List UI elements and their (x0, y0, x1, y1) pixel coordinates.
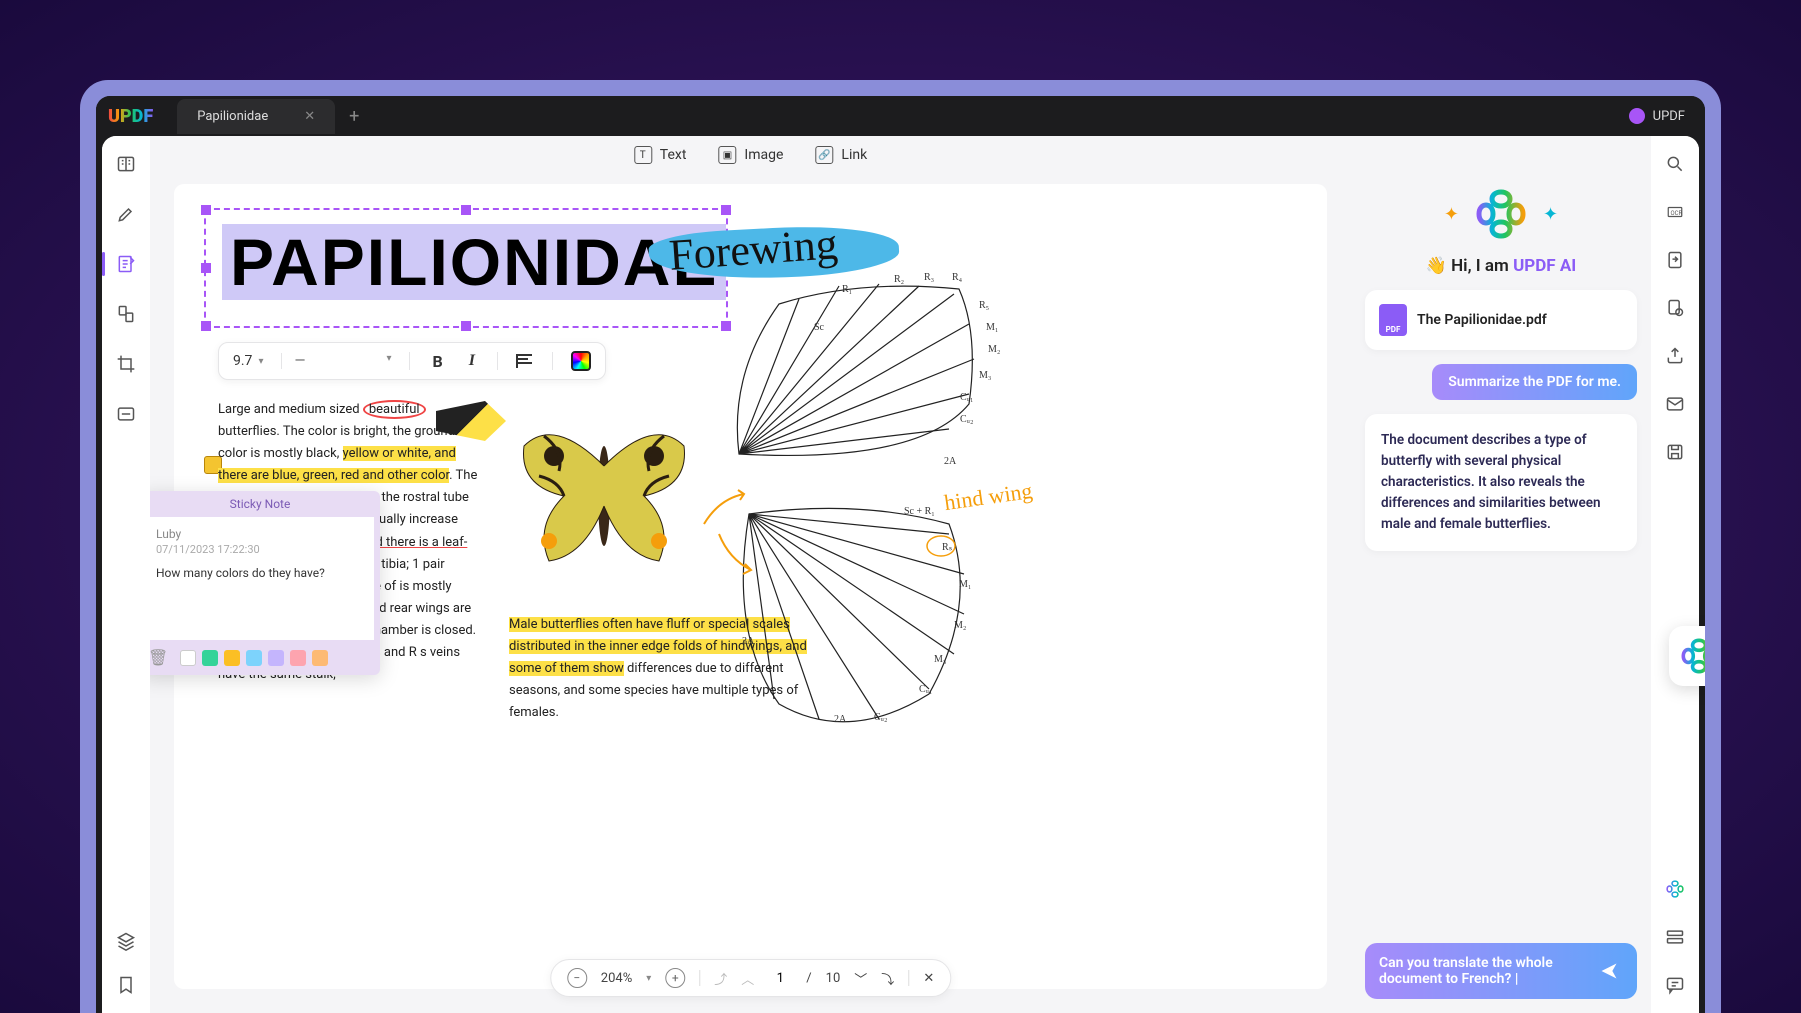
sticky-note-author: Luby (156, 527, 364, 541)
zoom-nav-bar: − 204%▾ + ⤴ ︿ / 10 ﹀ ⤵ ✕ (550, 959, 951, 997)
redact-tool-icon[interactable] (114, 402, 138, 426)
tab-title: Papilionidae (197, 109, 268, 124)
sticky-note-date: 07/11/2023 17:22:30 (156, 543, 364, 556)
butterfly-image (504, 396, 704, 596)
zoom-out-button[interactable]: − (567, 968, 587, 988)
ai-user-message: Summarize the PDF for me. (1432, 364, 1637, 400)
email-icon[interactable] (1663, 392, 1687, 416)
document-tab[interactable]: Papilionidae ✕ (177, 99, 335, 134)
form-icon[interactable] (1663, 925, 1687, 949)
arrow-annotation-icon (709, 524, 759, 584)
insert-image-button[interactable]: ▣Image (718, 146, 783, 164)
bold-button[interactable]: B (428, 352, 446, 371)
user-label: UPDF (1653, 109, 1685, 124)
color-swatch[interactable] (312, 650, 328, 666)
ai-reply-message: The document describes a type of butterf… (1365, 414, 1637, 551)
close-bar-button[interactable]: ✕ (923, 971, 934, 986)
ai-input-box[interactable]: Can you translate the whole document to … (1365, 943, 1637, 999)
share-icon[interactable] (1663, 344, 1687, 368)
color-swatch[interactable] (246, 650, 262, 666)
highlight-tool-icon[interactable] (114, 202, 138, 226)
first-page-button[interactable]: ⤴ (714, 969, 727, 988)
last-page-button[interactable]: ⤵ (881, 969, 894, 988)
comment-icon[interactable] (1663, 973, 1687, 997)
forewing-diagram (719, 274, 999, 484)
edit-toolbar: TText ▣Image 🔗Link (634, 146, 867, 164)
tab-close-icon[interactable]: ✕ (304, 109, 315, 124)
pdf-file-icon: PDF (1379, 304, 1407, 336)
insert-text-button[interactable]: TText (634, 146, 687, 164)
edit-text-tool-icon[interactable] (114, 252, 138, 276)
ai-file-card[interactable]: PDF The Papilionidae.pdf (1365, 290, 1637, 350)
page-input[interactable] (768, 971, 792, 986)
new-tab-button[interactable]: + (349, 106, 359, 127)
font-size-select[interactable]: 9.7 ▾ (233, 353, 263, 369)
italic-button[interactable]: I (465, 352, 479, 370)
color-swatch[interactable] (180, 650, 196, 666)
sparkle-icon: ✦ (1444, 204, 1459, 225)
ai-logo-icon (1473, 186, 1529, 242)
hindwing-diagram (719, 494, 999, 734)
app-logo: UPDF (108, 106, 153, 127)
svg-text:OCR: OCR (1671, 210, 1683, 217)
sticky-note-popup[interactable]: Sticky Note Luby 07/11/2023 17:22:30 How… (150, 491, 380, 675)
search-icon[interactable] (1663, 152, 1687, 176)
insert-link-button[interactable]: 🔗Link (815, 146, 867, 164)
text-icon: T (634, 146, 652, 164)
send-icon[interactable] (1595, 957, 1623, 985)
sparkle-icon: ✦ (1543, 204, 1558, 225)
crop-tool-icon[interactable] (114, 352, 138, 376)
zoom-level[interactable]: 204% (601, 971, 632, 986)
sticky-note-header: Sticky Note (150, 491, 380, 517)
layers-icon[interactable] (114, 929, 138, 953)
font-family-select[interactable]: — ▾ (281, 353, 391, 369)
organize-pages-icon[interactable] (114, 302, 138, 326)
prev-page-button[interactable]: ︿ (741, 969, 754, 988)
align-button[interactable] (516, 354, 534, 368)
left-toolbar (102, 136, 150, 1013)
ai-file-name: The Papilionidae.pdf (1417, 312, 1547, 328)
format-toolbar: 9.7 ▾ — ▾ B I (218, 342, 606, 380)
save-icon[interactable] (1663, 440, 1687, 464)
document-title[interactable]: PAPILIONIDAE (222, 224, 726, 300)
color-swatch[interactable] (224, 650, 240, 666)
text-color-picker[interactable] (571, 351, 591, 371)
color-swatch[interactable] (268, 650, 284, 666)
ai-panel: ✦ ✦ 👋 Hi, I am UPDF AI PDF The Papilioni… (1351, 136, 1651, 1013)
titlebar: UPDF Papilionidae ✕ + UPDF (96, 96, 1705, 136)
link-icon: 🔗 (815, 146, 833, 164)
ocr-icon[interactable]: OCR (1663, 200, 1687, 224)
reader-mode-icon[interactable] (114, 152, 138, 176)
next-page-button[interactable]: ﹀ (854, 969, 867, 988)
sticky-note-text[interactable]: How many colors do they have? (156, 566, 364, 580)
user-badge[interactable]: UPDF (1629, 108, 1685, 124)
user-avatar-icon (1629, 108, 1645, 124)
floating-ai-badge[interactable] (1669, 626, 1705, 686)
protect-icon[interactable] (1663, 296, 1687, 320)
convert-icon[interactable] (1663, 248, 1687, 272)
document-canvas[interactable]: TText ▣Image 🔗Link PAPILIONIDAE 9.7 ▾ — … (150, 136, 1351, 1013)
ai-toggle-icon[interactable] (1663, 877, 1687, 901)
circled-annotation: beautiful (363, 400, 426, 419)
page-total: 10 (826, 971, 841, 986)
bookmark-icon[interactable] (114, 973, 138, 997)
ai-greeting: 👋 Hi, I am UPDF AI (1365, 256, 1637, 276)
page-sep: / (806, 971, 811, 986)
zoom-in-button[interactable]: + (665, 968, 685, 988)
color-swatch[interactable] (290, 650, 306, 666)
image-icon: ▣ (718, 146, 736, 164)
right-toolbar: OCR (1651, 136, 1699, 1013)
delete-note-icon[interactable]: 🗑 (150, 648, 168, 667)
color-swatch[interactable] (202, 650, 218, 666)
ai-input-text[interactable]: Can you translate the whole document to … (1379, 955, 1595, 987)
